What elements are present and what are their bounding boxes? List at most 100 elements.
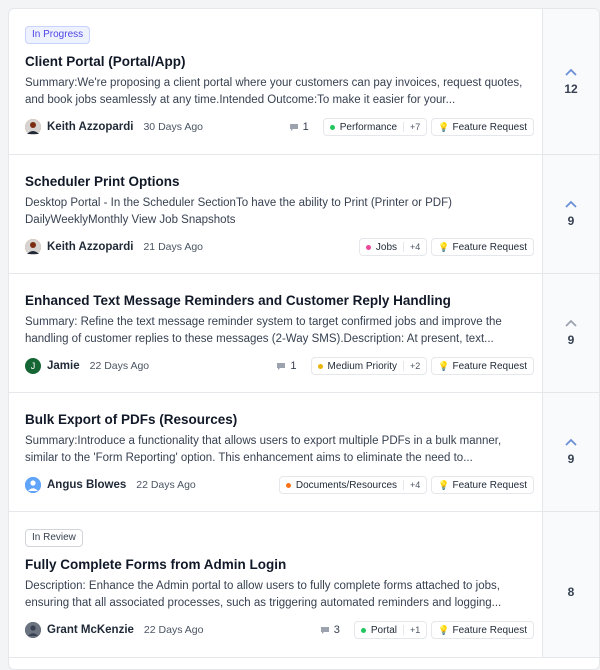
type-label: Feature Request bbox=[452, 241, 528, 253]
comment-count-value: 1 bbox=[290, 360, 297, 372]
vote-count: 8 bbox=[567, 584, 575, 599]
category-dot bbox=[365, 244, 371, 250]
post-title[interactable]: Enhanced Text Message Reminders and Cust… bbox=[25, 293, 534, 308]
type-tag[interactable]: 💡 Feature Request bbox=[431, 118, 534, 136]
upvote-button[interactable]: 9 bbox=[542, 274, 599, 392]
upvote-button[interactable]: 12 bbox=[542, 9, 599, 154]
status-badge: In Review bbox=[25, 529, 83, 547]
lightbulb-icon: 💡 bbox=[438, 241, 450, 252]
post-date: 22 Days Ago bbox=[136, 479, 196, 491]
avatar bbox=[25, 477, 41, 493]
post-summary: Summary:We're proposing a client portal … bbox=[25, 77, 523, 106]
author-name: Keith Azzopardi bbox=[47, 121, 134, 133]
post-card[interactable]: Scheduler Print Options Desktop Portal -… bbox=[9, 155, 599, 274]
status-badge: In Progress bbox=[25, 26, 91, 44]
type-tag[interactable]: 💡 Feature Request bbox=[431, 476, 534, 494]
vote-count: 9 bbox=[567, 214, 575, 228]
upvote-button[interactable]: 8 bbox=[542, 512, 599, 657]
comment-count[interactable]: 3 bbox=[320, 624, 340, 636]
category-dot bbox=[317, 363, 323, 369]
type-tag[interactable]: 💡 Feature Request bbox=[431, 357, 534, 375]
lightbulb-icon: 💡 bbox=[438, 624, 450, 635]
vote-count: 9 bbox=[567, 333, 575, 347]
post-date: 30 Days Ago bbox=[143, 121, 204, 133]
post-date: 21 Days Ago bbox=[143, 241, 204, 253]
category-more: +2 bbox=[403, 361, 420, 371]
post-meta: Keith Azzopardi 21 Days Ago Jobs +4 💡 Fe… bbox=[25, 237, 534, 257]
type-label: Feature Request bbox=[452, 624, 528, 636]
post-date: 22 Days Ago bbox=[89, 360, 150, 372]
author-name: Angus Blowes bbox=[47, 479, 127, 491]
post-title[interactable]: Client Portal (Portal/App) bbox=[25, 54, 534, 69]
post-card[interactable]: Bulk Export of PDFs (Resources) Summary:… bbox=[9, 393, 599, 512]
upvote-button[interactable]: 9 bbox=[542, 393, 599, 511]
comment-count[interactable]: 1 bbox=[276, 360, 297, 372]
category-label: Performance bbox=[339, 121, 398, 133]
feedback-list: In Progress Client Portal (Portal/App) S… bbox=[8, 8, 600, 670]
post-content[interactable]: Scheduler Print Options Desktop Portal -… bbox=[9, 155, 542, 273]
type-label: Feature Request bbox=[452, 121, 528, 133]
post-card[interactable]: In Review Fully Complete Forms from Admi… bbox=[9, 512, 599, 658]
author-name: Jamie bbox=[47, 360, 80, 372]
post-summary: Summary:Introduce a functionality that a… bbox=[25, 435, 502, 464]
vote-count: 12 bbox=[564, 81, 578, 96]
comment-icon bbox=[320, 626, 329, 634]
type-tag[interactable]: 💡 Feature Request bbox=[431, 621, 534, 639]
category-label: Documents/Resources bbox=[295, 479, 398, 491]
lightbulb-icon: 💡 bbox=[438, 479, 450, 490]
post-summary: Description: Enhance the Admin portal to… bbox=[25, 580, 502, 609]
post-summary: Desktop Portal - In the Scheduler Sectio… bbox=[25, 197, 452, 226]
chevron-up-icon bbox=[565, 68, 577, 76]
avatar: J bbox=[25, 358, 41, 374]
category-tag[interactable]: Portal +1 bbox=[353, 621, 428, 639]
post-card[interactable]: In Progress Client Portal (Portal/App) S… bbox=[9, 9, 599, 155]
category-dot bbox=[285, 482, 291, 488]
category-more: +4 bbox=[403, 480, 420, 490]
avatar bbox=[25, 119, 41, 135]
post-card[interactable]: Enhanced Text Message Reminders and Cust… bbox=[9, 274, 599, 393]
post-meta: Keith Azzopardi 30 Days Ago 1 Performanc… bbox=[25, 117, 534, 137]
category-dot bbox=[360, 627, 366, 633]
upvote-button[interactable]: 9 bbox=[542, 155, 599, 273]
comment-icon bbox=[289, 123, 298, 131]
comment-count[interactable]: 1 bbox=[289, 121, 309, 133]
post-title[interactable]: Fully Complete Forms from Admin Login bbox=[25, 557, 534, 572]
post-meta: Angus Blowes 22 Days Ago Documents/Resou… bbox=[25, 475, 534, 495]
lightbulb-icon: 💡 bbox=[438, 360, 450, 371]
comment-count-value: 3 bbox=[333, 624, 340, 636]
type-label: Feature Request bbox=[452, 360, 528, 372]
post-date: 22 Days Ago bbox=[143, 624, 204, 636]
post-content[interactable]: In Review Fully Complete Forms from Admi… bbox=[9, 512, 542, 657]
post-content[interactable]: In Progress Client Portal (Portal/App) S… bbox=[9, 9, 542, 154]
category-more: +7 bbox=[403, 122, 420, 132]
avatar bbox=[25, 622, 41, 638]
post-title[interactable]: Bulk Export of PDFs (Resources) bbox=[25, 412, 534, 427]
category-tag[interactable]: Jobs +4 bbox=[358, 238, 428, 256]
post-content[interactable]: Bulk Export of PDFs (Resources) Summary:… bbox=[9, 393, 542, 511]
category-label: Portal bbox=[370, 624, 398, 636]
comment-icon bbox=[277, 362, 286, 370]
comment-count-value: 1 bbox=[302, 121, 309, 133]
chevron-up-icon bbox=[565, 200, 577, 208]
post-meta: Grant McKenzie 22 Days Ago 3 Portal +1 💡… bbox=[25, 620, 534, 640]
category-tag[interactable]: Performance +7 bbox=[322, 118, 428, 136]
vote-count: 9 bbox=[567, 452, 575, 466]
post-content[interactable]: Enhanced Text Message Reminders and Cust… bbox=[9, 274, 542, 392]
post-title[interactable]: Scheduler Print Options bbox=[25, 174, 534, 189]
category-tag[interactable]: Medium Priority +2 bbox=[310, 357, 428, 375]
category-label: Medium Priority bbox=[327, 360, 398, 372]
author-name: Grant McKenzie bbox=[47, 624, 134, 636]
post-meta: J Jamie 22 Days Ago 1 Medium Priority +2… bbox=[25, 356, 534, 376]
category-label: Jobs bbox=[375, 241, 398, 253]
type-tag[interactable]: 💡 Feature Request bbox=[431, 238, 534, 256]
chevron-up-icon bbox=[565, 319, 577, 327]
category-more: +4 bbox=[403, 242, 420, 252]
avatar bbox=[25, 239, 41, 255]
author-name: Keith Azzopardi bbox=[47, 241, 134, 253]
category-tag[interactable]: Documents/Resources +4 bbox=[278, 476, 428, 494]
post-summary: Summary: Refine the text message reminde… bbox=[25, 316, 502, 345]
type-label: Feature Request bbox=[452, 479, 528, 491]
category-more: +1 bbox=[403, 625, 420, 635]
chevron-up-icon bbox=[565, 438, 577, 446]
category-dot bbox=[329, 124, 335, 130]
